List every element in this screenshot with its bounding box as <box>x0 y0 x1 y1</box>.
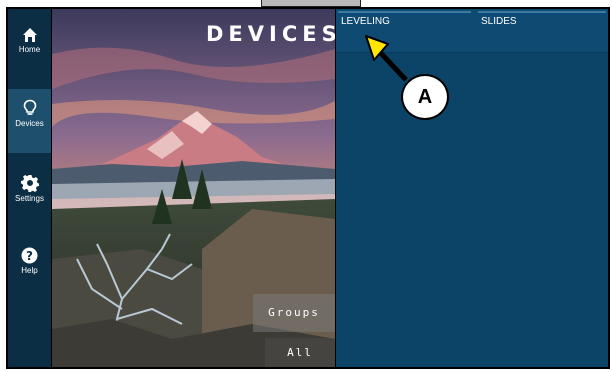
svg-text:?: ? <box>26 249 33 263</box>
tab-leveling[interactable]: LEVELING <box>338 11 471 29</box>
groups-button[interactable]: Groups <box>253 294 335 332</box>
sidebar-item-settings[interactable]: Settings <box>8 164 51 224</box>
top-tab-handle <box>261 0 361 7</box>
callout-arrow-icon <box>365 35 408 82</box>
background-photo: DEVICES Groups All <box>52 9 335 367</box>
lightbulb-icon <box>23 99 36 115</box>
all-button[interactable]: All <box>265 338 335 367</box>
sidebar: Home Devices Settings ? Help <box>8 9 51 367</box>
sidebar-item-label: Home <box>18 45 41 54</box>
sidebar-item-home[interactable]: Home <box>8 17 51 77</box>
page-title: DEVICES <box>206 22 335 46</box>
sidebar-item-devices[interactable]: Devices <box>8 89 51 153</box>
callout-label: A <box>401 74 449 120</box>
sidebar-item-label: Devices <box>15 119 44 128</box>
help-icon: ? <box>21 247 38 264</box>
sidebar-item-label: Settings <box>15 194 44 203</box>
gear-icon <box>20 175 39 192</box>
sidebar-item-label: Help <box>21 266 38 275</box>
home-icon <box>22 28 37 42</box>
sidebar-item-help[interactable]: ? Help <box>8 237 51 297</box>
tab-slides[interactable]: SLIDES <box>478 11 606 29</box>
